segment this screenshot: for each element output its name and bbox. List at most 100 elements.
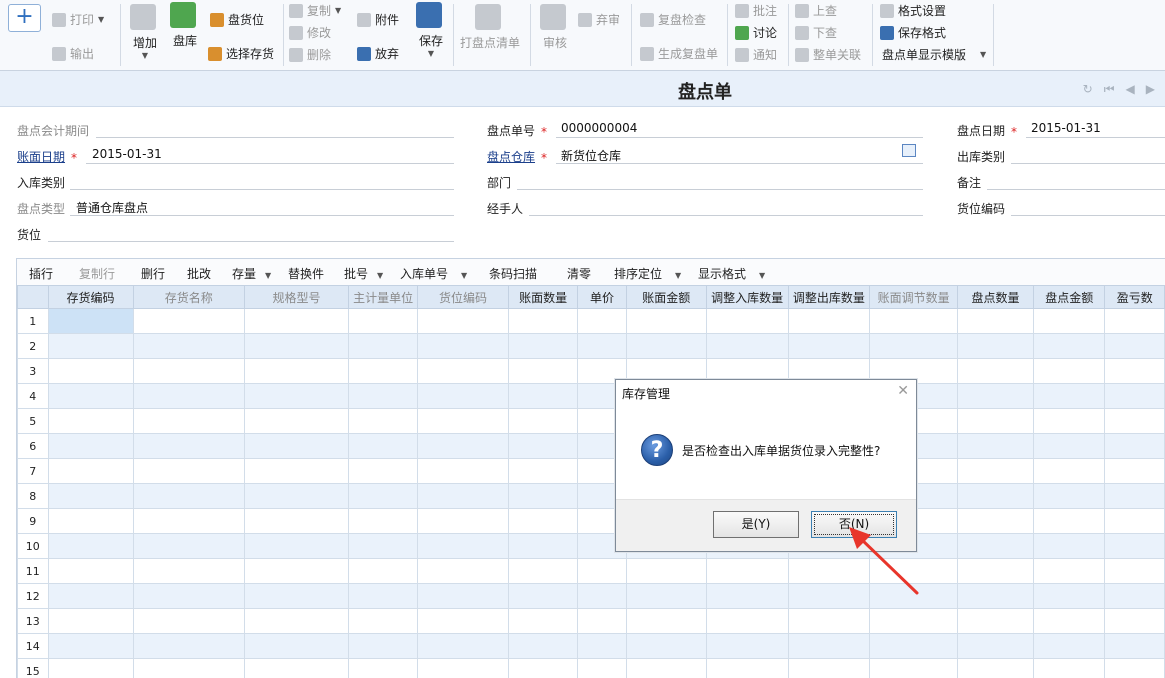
- table-cell[interactable]: [507, 458, 579, 484]
- column-header[interactable]: 账面调节数量: [869, 285, 958, 309]
- table-cell[interactable]: [132, 508, 245, 534]
- table-cell[interactable]: [956, 608, 1035, 634]
- display-format-button[interactable]: 显示格式 ▼: [698, 265, 765, 282]
- table-cell[interactable]: [47, 433, 134, 459]
- refresh-icon[interactable]: ↻: [1083, 82, 1093, 97]
- column-header[interactable]: 调整入库数量: [705, 285, 789, 309]
- column-header[interactable]: 调整出库数量: [787, 285, 871, 309]
- table-cell[interactable]: [417, 383, 509, 409]
- previous-record-icon[interactable]: ◀: [1126, 82, 1135, 97]
- table-cell[interactable]: [1104, 433, 1165, 459]
- batch-no-button[interactable]: 批号 ▼: [344, 265, 383, 282]
- table-cell[interactable]: [132, 533, 245, 559]
- table-cell[interactable]: [507, 483, 579, 509]
- table-cell[interactable]: [577, 583, 627, 609]
- column-header[interactable]: 货位编码: [417, 285, 509, 309]
- table-cell[interactable]: [956, 333, 1035, 359]
- delete-row-button[interactable]: 删行: [141, 265, 165, 282]
- remark-input[interactable]: [987, 189, 1165, 190]
- table-cell[interactable]: [47, 533, 134, 559]
- table-cell[interactable]: [1104, 508, 1165, 534]
- table-cell[interactable]: [956, 458, 1035, 484]
- table-row[interactable]: 8: [17, 483, 1165, 509]
- table-cell[interactable]: [47, 558, 134, 584]
- table-cell[interactable]: [243, 458, 350, 484]
- table-cell[interactable]: [507, 383, 579, 409]
- relate-doc-button[interactable]: 整单关联: [795, 46, 861, 63]
- table-cell[interactable]: [417, 633, 509, 659]
- table-cell[interactable]: [787, 308, 871, 334]
- replace-button[interactable]: 替换件: [288, 265, 324, 282]
- zero-button[interactable]: 清零: [567, 265, 591, 282]
- table-cell[interactable]: [956, 508, 1035, 534]
- table-cell[interactable]: [507, 408, 579, 434]
- table-cell[interactable]: [348, 558, 419, 584]
- table-cell[interactable]: [705, 583, 789, 609]
- loc-code-input[interactable]: [1011, 215, 1165, 216]
- table-cell[interactable]: [417, 608, 509, 634]
- table-row[interactable]: 14: [17, 633, 1165, 659]
- table-cell[interactable]: [625, 558, 707, 584]
- table-cell[interactable]: [956, 658, 1035, 678]
- attachment-button[interactable]: 附件: [357, 11, 399, 28]
- handler-input[interactable]: [529, 215, 923, 216]
- table-cell[interactable]: [1033, 583, 1106, 609]
- table-cell[interactable]: [705, 658, 789, 678]
- audit-button[interactable]: 审核: [540, 4, 570, 51]
- table-cell[interactable]: [243, 583, 350, 609]
- table-cell[interactable]: [869, 633, 958, 659]
- table-row[interactable]: 7: [17, 458, 1165, 484]
- table-cell[interactable]: [1033, 333, 1106, 359]
- table-cell[interactable]: [348, 658, 419, 678]
- out-type-input[interactable]: [1011, 163, 1165, 164]
- table-cell[interactable]: [956, 383, 1035, 409]
- table-cell[interactable]: [1104, 558, 1165, 584]
- table-cell[interactable]: [625, 608, 707, 634]
- table-row[interactable]: 3: [17, 358, 1165, 384]
- stocktake-button[interactable]: 盘库: [170, 2, 200, 49]
- table-cell[interactable]: [1104, 533, 1165, 559]
- column-header[interactable]: 存货名称: [132, 285, 245, 309]
- table-cell[interactable]: [417, 583, 509, 609]
- table-cell[interactable]: [348, 433, 419, 459]
- sort-locate-button[interactable]: 排序定位 ▼: [614, 265, 681, 282]
- table-cell[interactable]: [132, 358, 245, 384]
- batch-edit-button[interactable]: 批改: [187, 265, 211, 282]
- table-cell[interactable]: [1104, 358, 1165, 384]
- table-cell[interactable]: [1033, 658, 1106, 678]
- table-cell[interactable]: [1033, 633, 1106, 659]
- table-cell[interactable]: [869, 308, 958, 334]
- table-cell[interactable]: [1033, 483, 1106, 509]
- recheck-button[interactable]: 复盘检查: [640, 11, 706, 28]
- table-cell[interactable]: [507, 358, 579, 384]
- table-cell[interactable]: [1033, 608, 1106, 634]
- table-cell[interactable]: [507, 608, 579, 634]
- print-list-button[interactable]: 打盘点清单: [460, 4, 520, 51]
- first-record-icon[interactable]: ⏮: [1104, 82, 1115, 97]
- table-cell[interactable]: [47, 583, 134, 609]
- table-cell[interactable]: [1033, 458, 1106, 484]
- table-cell[interactable]: [1104, 408, 1165, 434]
- table-cell[interactable]: [1033, 358, 1106, 384]
- table-cell[interactable]: [956, 308, 1035, 334]
- table-cell[interactable]: [417, 558, 509, 584]
- table-cell[interactable]: [348, 383, 419, 409]
- save-button[interactable]: 保存 ▼: [416, 2, 446, 58]
- table-cell[interactable]: [47, 508, 134, 534]
- column-header[interactable]: 账面数量: [507, 285, 579, 309]
- table-cell[interactable]: [956, 408, 1035, 434]
- table-cell[interactable]: [47, 358, 134, 384]
- table-cell[interactable]: [1033, 558, 1106, 584]
- table-cell[interactable]: [577, 658, 627, 678]
- print-button[interactable]: 打印 ▼: [52, 11, 104, 28]
- table-cell[interactable]: [705, 608, 789, 634]
- table-cell[interactable]: [787, 633, 871, 659]
- table-cell[interactable]: [507, 433, 579, 459]
- table-cell[interactable]: [507, 583, 579, 609]
- in-type-input[interactable]: [70, 189, 454, 190]
- table-cell[interactable]: [956, 533, 1035, 559]
- table-cell[interactable]: [787, 608, 871, 634]
- table-cell[interactable]: [243, 383, 350, 409]
- table-cell[interactable]: [132, 633, 245, 659]
- column-header[interactable]: 单价: [577, 285, 627, 309]
